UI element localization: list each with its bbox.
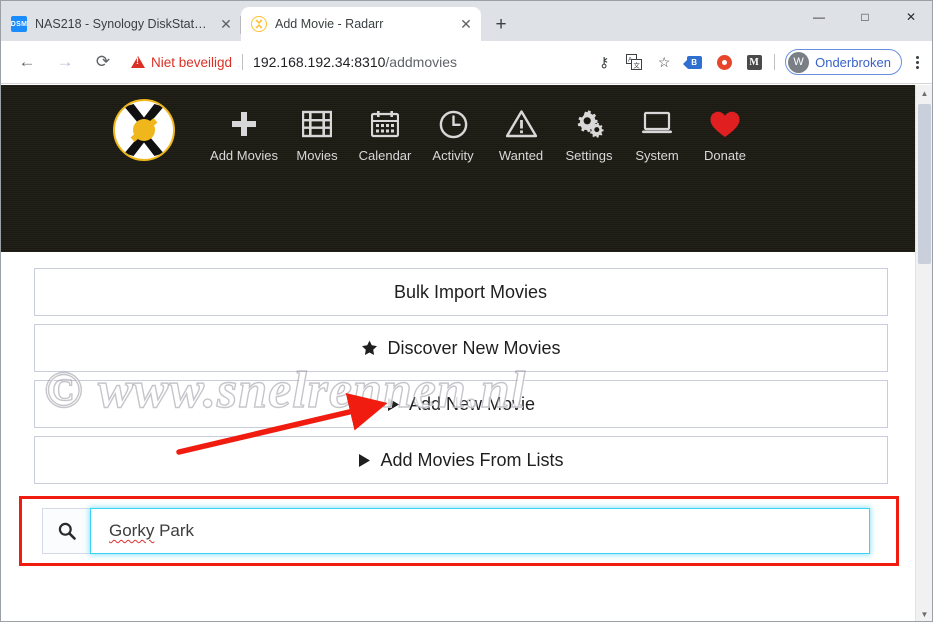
button-label: Add Movies From Lists	[380, 449, 564, 470]
scroll-down-icon[interactable]: ▼	[916, 606, 932, 621]
window-minimize-button[interactable]: —	[796, 1, 842, 33]
password-key-icon[interactable]: ⚷	[590, 48, 618, 76]
movie-search-rest: Park	[154, 521, 195, 540]
tab-title: Add Movie - Radarr	[275, 17, 384, 31]
tab-close-icon[interactable]: ✕	[457, 15, 475, 33]
tab-strip: DSM NAS218 - Synology DiskStation ✕ Add …	[1, 1, 932, 41]
nav-item-activity[interactable]: Activity	[419, 107, 487, 167]
gears-icon	[574, 107, 605, 141]
security-status-label: Niet beveiligd	[151, 54, 233, 70]
extension-blue-icon[interactable]: B	[680, 48, 708, 76]
movie-search-group[interactable]: Gorky Park	[42, 508, 870, 554]
extension-red-icon[interactable]	[710, 48, 738, 76]
add-movies-from-lists-button[interactable]: Add Movies From Lists	[34, 436, 888, 484]
browser-tab-radarr[interactable]: Add Movie - Radarr ✕	[241, 7, 481, 41]
calendar-icon	[371, 107, 399, 141]
new-tab-button[interactable]: +	[487, 10, 515, 38]
chrome-menu-icon[interactable]	[904, 48, 930, 76]
scroll-up-icon[interactable]: ▲	[916, 85, 932, 102]
browser-tab-nas218[interactable]: DSM NAS218 - Synology DiskStation ✕	[1, 7, 241, 41]
movie-search-highlight: Gorky Park	[19, 496, 899, 566]
window-maximize-button[interactable]: □	[842, 1, 888, 33]
url-text: 192.168.192.34:8310/addmovies	[253, 54, 457, 70]
movie-search-input[interactable]: Gorky Park	[90, 508, 870, 554]
radarr-main-nav: Add Movies Movies Calendar Activity Want…	[1, 85, 917, 167]
not-secure-warning-icon	[131, 56, 145, 68]
clock-icon	[439, 107, 468, 141]
radarr-icon	[251, 16, 267, 32]
tab-close-icon[interactable]: ✕	[217, 15, 235, 33]
bookmark-star-icon[interactable]: ☆	[650, 48, 678, 76]
nav-item-add-movies[interactable]: Add Movies	[205, 107, 283, 167]
back-button[interactable]: ←	[11, 46, 43, 78]
reload-button[interactable]: ⟳	[87, 46, 119, 78]
nav-label: Calendar	[358, 148, 412, 163]
nav-label: Wanted	[498, 148, 544, 163]
heart-icon	[709, 107, 741, 141]
omnibox-divider	[242, 54, 244, 70]
nav-label: Activity	[432, 148, 474, 163]
nav-label: System	[635, 148, 679, 163]
nav-label: Movies	[296, 148, 338, 163]
toolbar-icons: ⚷ A 文 ☆ B M W Onderbroken	[590, 48, 932, 76]
bulk-import-movies-button[interactable]: Bulk Import Movies	[34, 268, 888, 316]
window-close-button[interactable]: ✕	[888, 1, 932, 33]
laptop-icon	[641, 107, 673, 141]
page-viewport: Add Movies Movies Calendar Activity Want…	[1, 85, 932, 621]
nav-item-calendar[interactable]: Calendar	[351, 107, 419, 167]
nav-item-movies[interactable]: Movies	[283, 107, 351, 167]
add-new-movie-button[interactable]: Add New Movie	[34, 380, 888, 428]
plus-icon	[229, 107, 259, 141]
translate-icon[interactable]: A 文	[620, 48, 648, 76]
play-triangle-icon	[358, 453, 371, 468]
discover-new-movies-button[interactable]: Discover New Movies	[34, 324, 888, 372]
button-label: Bulk Import Movies	[393, 281, 548, 302]
film-icon	[302, 107, 332, 141]
forward-button[interactable]: →	[49, 46, 81, 78]
nav-item-settings[interactable]: Settings	[555, 107, 623, 167]
warning-triangle-icon	[505, 107, 537, 141]
page-scrollbar[interactable]: ▲ ▼	[915, 85, 932, 621]
extension-m-icon[interactable]: M	[740, 48, 768, 76]
search-icon	[42, 508, 90, 554]
avatar: W	[788, 51, 810, 73]
radarr-logo[interactable]	[113, 99, 175, 161]
tab-title: NAS218 - Synology DiskStation	[35, 17, 209, 31]
dsm-icon: DSM	[11, 16, 27, 32]
button-label: Discover New Movies	[387, 337, 561, 358]
nav-label: Add Movies	[210, 148, 278, 163]
profile-status-label: Onderbroken	[815, 54, 891, 70]
nav-item-donate[interactable]: Donate	[691, 107, 759, 167]
spellcheck-word: Gorky	[109, 521, 155, 540]
browser-toolbar: ← → ⟳ Niet beveiligd 192.168.192.34:8310…	[1, 41, 932, 84]
toolbar-divider	[774, 54, 776, 70]
button-label: Add New Movie	[408, 393, 536, 414]
svg-text:文: 文	[634, 61, 641, 70]
nav-item-system[interactable]: System	[623, 107, 691, 167]
play-triangle-icon	[387, 397, 400, 412]
browser-window: DSM NAS218 - Synology DiskStation ✕ Add …	[0, 0, 933, 622]
address-bar[interactable]: Niet beveiligd 192.168.192.34:8310/addmo…	[131, 48, 584, 76]
profile-button[interactable]: W Onderbroken	[785, 49, 902, 75]
nav-label: Settings	[565, 148, 613, 163]
window-controls: — □ ✕	[796, 1, 932, 33]
scrollbar-thumb[interactable]	[918, 104, 931, 264]
url-path: /addmovies	[385, 54, 457, 70]
add-movies-content: Bulk Import Movies Discover New Movies A…	[1, 252, 932, 566]
nav-item-wanted[interactable]: Wanted	[487, 107, 555, 167]
nav-label: Donate	[704, 148, 746, 163]
star-icon	[361, 340, 378, 356]
radarr-header: Add Movies Movies Calendar Activity Want…	[1, 85, 917, 319]
movie-search-value: Gorky Park	[109, 521, 194, 541]
url-host: 192.168.192.34:8310	[253, 54, 386, 70]
